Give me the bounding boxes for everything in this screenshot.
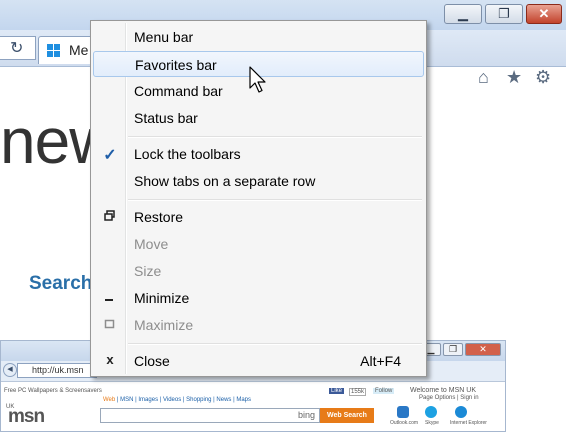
menu-item-label: Close [134, 353, 170, 369]
menu-item-size[interactable]: Size [93, 258, 424, 284]
menu-item-menu-bar[interactable]: Menu bar [93, 24, 424, 50]
menu-item-minimize[interactable]: Minimize [93, 285, 424, 311]
browser-tab[interactable]: Me [38, 36, 98, 64]
follow-button[interactable]: Follow [373, 388, 395, 394]
back-icon[interactable]: ◀ [3, 363, 17, 377]
nav-web[interactable]: Web [103, 397, 115, 403]
menu-item-label: Show tabs on a separate row [134, 173, 316, 189]
nav-maps[interactable]: Maps [236, 397, 251, 403]
menu-item-maximize[interactable]: Maximize [93, 312, 424, 338]
outlook-label: Outlook.com [390, 420, 419, 426]
minimize-icon: ▁ [458, 6, 468, 21]
menu-item-restore[interactable]: Restore [93, 204, 424, 230]
page-options-link[interactable]: Page Options | Sign in [419, 395, 479, 401]
restore-icon [102, 208, 118, 224]
menu-item-label: Favorites bar [135, 57, 217, 73]
menu-item-label: Minimize [134, 290, 190, 306]
restore-icon[interactable]: ❐ [443, 343, 463, 356]
skype-label: Skype [425, 420, 439, 426]
skype-icon[interactable] [425, 406, 437, 418]
star-icon[interactable]: ★ [506, 67, 522, 88]
close-shortcut: Alt+F4 [360, 353, 401, 369]
menu-separator [128, 199, 422, 201]
close-icon: ✕ [538, 6, 550, 21]
menu-item-label: Move [134, 236, 169, 252]
like-count: 155k [349, 388, 367, 396]
gear-icon[interactable]: ⚙ [535, 67, 551, 88]
menu-item-move[interactable]: Move [93, 231, 424, 257]
close-icon: x [106, 352, 114, 367]
search-nav: Web | MSN | Images | Videos | Shopping |… [103, 397, 251, 403]
minimize-window-button[interactable]: ▁ [444, 4, 482, 24]
msn-search-input[interactable]: bing [100, 408, 320, 423]
mouse-cursor-icon [249, 66, 266, 93]
search-link[interactable]: Search [29, 273, 92, 295]
menu-separator [128, 136, 422, 138]
menu-item-label: Restore [134, 209, 184, 225]
menu-item-label: Menu bar [134, 29, 194, 45]
tab-label: Me [69, 42, 89, 58]
internet-explorer-label: Internet Explorer [450, 420, 487, 426]
nav-images[interactable]: Images [138, 397, 158, 403]
menu-item-label: Command bar [134, 83, 223, 99]
nav-news[interactable]: News [216, 397, 231, 403]
menu-item-label: Size [134, 263, 162, 279]
menu-separator [128, 343, 422, 345]
favorites-link[interactable]: Free PC Wallpapers & Screensavers [4, 388, 102, 394]
menu-item-tabs-separate-row[interactable]: Show tabs on a separate row [93, 168, 424, 194]
refresh-icon[interactable]: ↻ [10, 38, 23, 58]
menu-item-label: Maximize [134, 317, 194, 333]
web-search-button[interactable]: Web Search [320, 408, 374, 423]
bing-logo: bing [297, 410, 315, 420]
minimize-icon [102, 289, 118, 305]
like-button[interactable]: Like [329, 388, 345, 394]
menu-item-close[interactable]: x Close Alt+F4 [93, 348, 424, 374]
internet-explorer-icon[interactable] [455, 406, 467, 418]
restore-icon: ❐ [498, 6, 510, 21]
close-window-button[interactable]: ✕ [526, 4, 562, 24]
menu-item-label: Status bar [134, 110, 198, 126]
checkmark-icon: ✓ [103, 147, 117, 164]
nav-videos[interactable]: Videos [163, 397, 181, 403]
home-icon[interactable]: ⌂ [478, 67, 489, 88]
nav-msn[interactable]: MSN [120, 397, 133, 403]
outlook-icon[interactable] [397, 406, 409, 418]
welcome-text: Welcome to MSN UK [410, 387, 476, 394]
background-address-field[interactable]: http://uk.msn [17, 363, 97, 378]
menu-item-label: Lock the toolbars [134, 146, 241, 162]
nav-shopping[interactable]: Shopping [186, 397, 211, 403]
close-icon[interactable]: ✕ [465, 343, 501, 356]
menu-item-status-bar[interactable]: Status bar [93, 105, 424, 131]
menu-item-lock-toolbars[interactable]: ✓ Lock the toolbars [93, 141, 424, 167]
restore-window-button[interactable]: ❐ [485, 4, 523, 24]
windows-logo-icon [47, 44, 61, 58]
msn-logo: msn [8, 406, 45, 427]
maximize-icon [102, 316, 118, 332]
